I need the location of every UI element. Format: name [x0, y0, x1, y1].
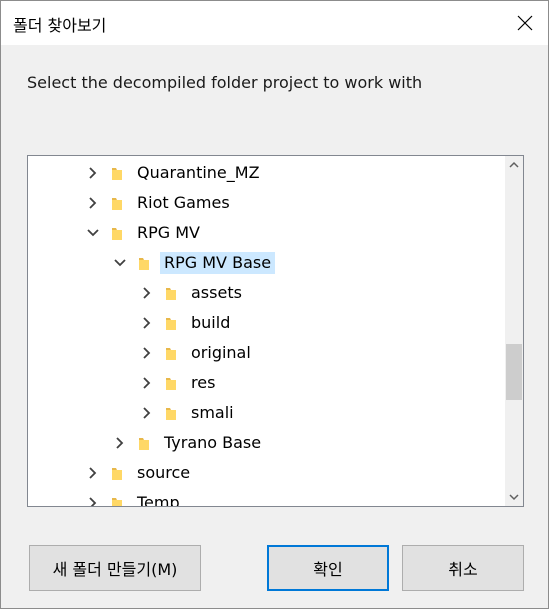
chevron-right-icon[interactable]: [86, 166, 100, 180]
tree-item[interactable]: assets: [28, 278, 505, 308]
tree-item[interactable]: RPG MV: [28, 218, 505, 248]
tree-item-label: RPG MV: [137, 223, 200, 242]
chevron-up-icon: [509, 161, 519, 168]
folder-icon: [139, 438, 149, 450]
chevron-down-icon[interactable]: [113, 256, 127, 270]
tree-item[interactable]: build: [28, 308, 505, 338]
folder-icon: [166, 348, 176, 360]
chevron-right-icon[interactable]: [86, 196, 100, 210]
ok-button[interactable]: 확인: [267, 545, 389, 591]
folder-icon: [112, 198, 122, 210]
scroll-down-button[interactable]: [505, 488, 523, 506]
tree-item-label: original: [191, 343, 251, 362]
tree-item[interactable]: res: [28, 368, 505, 398]
tree-item[interactable]: original: [28, 338, 505, 368]
folder-tree-rows: Quarantine_MZ Riot Games RPG MV RPG MV Base…: [28, 156, 505, 506]
chevron-down-icon: [509, 494, 519, 501]
chevron-right-icon[interactable]: [140, 286, 154, 300]
folder-icon: [112, 228, 122, 240]
folder-browser-dialog: 폴더 찾아보기 Select the decompiled folder pro…: [0, 0, 549, 609]
tree-item-label: assets: [191, 283, 242, 302]
folder-icon: [112, 498, 122, 506]
folder-icon: [166, 288, 176, 300]
tree-item-label: source: [137, 463, 191, 482]
chevron-right-icon[interactable]: [140, 346, 154, 360]
tree-item-label: Tyrano Base: [164, 433, 262, 452]
close-button[interactable]: [502, 1, 548, 45]
chevron-right-icon[interactable]: [140, 316, 154, 330]
tree-item[interactable]: RPG MV Base: [28, 248, 505, 278]
dialog-title: 폴더 찾아보기: [13, 16, 107, 35]
title-bar: 폴더 찾아보기: [1, 1, 548, 45]
tree-item[interactable]: Quarantine_MZ: [28, 158, 505, 188]
folder-icon: [139, 258, 149, 270]
folder-icon: [166, 378, 176, 390]
chevron-right-icon[interactable]: [86, 496, 100, 507]
tree-item[interactable]: smali: [28, 398, 505, 428]
tree-item-label: Temp: [137, 493, 180, 507]
tree-item-label: build: [191, 313, 231, 332]
folder-icon: [112, 468, 122, 480]
cancel-button[interactable]: 취소: [402, 545, 524, 591]
dialog-prompt: Select the decompiled folder project to …: [27, 73, 423, 92]
chevron-right-icon[interactable]: [113, 436, 127, 450]
tree-item[interactable]: Temp: [28, 488, 505, 507]
tree-item-label: Riot Games: [137, 193, 230, 212]
vertical-scrollbar[interactable]: [505, 156, 523, 506]
close-icon: [517, 15, 533, 31]
tree-item[interactable]: source: [28, 458, 505, 488]
chevron-right-icon[interactable]: [140, 376, 154, 390]
chevron-right-icon[interactable]: [86, 466, 100, 480]
chevron-right-icon[interactable]: [140, 406, 154, 420]
tree-item-label: RPG MV Base: [160, 252, 276, 274]
folder-icon: [166, 318, 176, 330]
folder-icon: [166, 408, 176, 420]
tree-item-label: smali: [191, 403, 234, 422]
folder-tree[interactable]: Quarantine_MZ Riot Games RPG MV RPG MV Base…: [27, 155, 524, 507]
scroll-up-button[interactable]: [505, 156, 523, 174]
tree-item[interactable]: Riot Games: [28, 188, 505, 218]
scrollbar-thumb[interactable]: [506, 344, 522, 400]
tree-item[interactable]: Tyrano Base: [28, 428, 505, 458]
tree-item-label: res: [191, 373, 216, 392]
chevron-down-icon[interactable]: [86, 226, 100, 240]
new-folder-button[interactable]: 새 폴더 만들기(M): [29, 545, 201, 591]
tree-item-label: Quarantine_MZ: [137, 163, 260, 182]
folder-icon: [112, 168, 122, 180]
